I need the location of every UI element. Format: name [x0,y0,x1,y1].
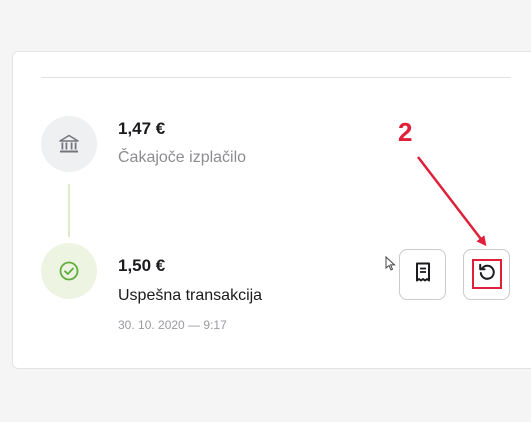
success-status-circle [41,243,97,299]
transaction-status-label: Uspešna transakcija [118,287,263,304]
retry-highlight-box [472,259,502,289]
bank-icon [41,116,97,172]
annotation-step-number: 2 [398,117,413,147]
transaction-datetime: 30. 10. 2020 — 9:17 [118,318,227,332]
transaction-card [12,51,531,369]
receipt-icon [415,262,431,287]
pending-status-circle [41,116,97,172]
pending-amount: 1,47 € [118,119,166,138]
pending-status-label: Čakajoče izplačilo [118,149,247,166]
timeline-connector [68,184,70,237]
transaction-amount: 1,50 € [118,256,166,275]
divider [41,77,511,78]
receipt-button[interactable] [399,249,446,300]
check-circle-icon [41,243,97,299]
mouse-cursor-icon [385,256,396,271]
